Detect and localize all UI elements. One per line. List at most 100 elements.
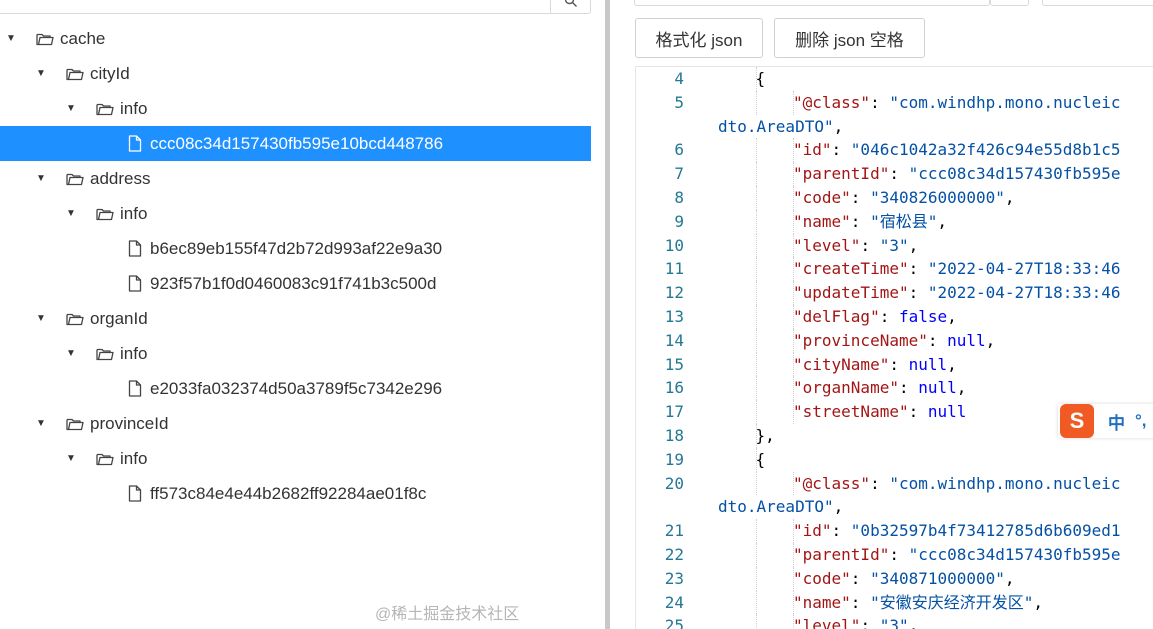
cache-tree: ▼ cache ▼ cityId ▼ info ccc08c34d157430fb595e1…	[0, 21, 591, 511]
json-string: "340871000000"	[870, 568, 1005, 588]
folder-open-icon	[35, 31, 55, 47]
tree-folder-node[interactable]: ▼ info	[0, 441, 591, 476]
json-punctuation: :	[860, 235, 880, 255]
search-button[interactable]	[550, 0, 590, 14]
line-number: 8	[674, 187, 684, 207]
line-number: 12	[664, 283, 684, 303]
json-key: "cityName"	[793, 354, 890, 374]
json-punctuation: :	[889, 544, 909, 564]
expand-caret-icon[interactable]: ▼	[5, 33, 17, 44]
json-string: "0b32597b4f73412785d6b609ed1	[850, 521, 1121, 541]
file-icon	[125, 380, 145, 397]
ttl-input[interactable]	[1042, 0, 1153, 6]
tree-node-label: info	[120, 343, 148, 363]
tree-folder-node[interactable]: ▼ organId	[0, 301, 591, 336]
json-key: "@class"	[793, 92, 871, 112]
json-key: "@class"	[793, 473, 871, 493]
folder-open-icon	[95, 206, 115, 222]
ime-toolbar[interactable]: S 中 °,	[1058, 404, 1153, 438]
code-line: 7 "parentId": "ccc08c34d157430fb595e	[636, 162, 1153, 186]
expand-caret-icon[interactable]: ▼	[35, 173, 47, 184]
line-number: 9	[674, 211, 684, 231]
code-text: },	[756, 424, 775, 448]
strip-json-spaces-button[interactable]: 删除 json 空格	[774, 18, 925, 58]
tree-folder-node[interactable]: ▼ cityId	[0, 56, 591, 91]
expand-caret-icon[interactable]: ▼	[35, 68, 47, 79]
expand-caret-icon[interactable]: ▼	[65, 208, 77, 219]
json-punctuation: ,	[985, 330, 996, 350]
json-editor[interactable]: 4{5 "@class": "com.windhp.mono.nucleic dto…	[635, 66, 1153, 629]
tree-key-node[interactable]: b6ec89eb155f47d2b72d993af22e9a30	[0, 231, 591, 266]
expand-caret-icon[interactable]: ▼	[35, 418, 47, 429]
json-string: "2022-04-27T18:33:46	[927, 259, 1121, 279]
code-text: "level": "3",	[793, 614, 918, 629]
tree-folder-node[interactable]: ▼ info	[0, 91, 591, 126]
code-line: 24 "name": "安徽安庆经济开发区",	[636, 590, 1153, 615]
line-number: 20	[664, 473, 684, 493]
tree-key-node[interactable]: e2033fa032374d50a3789f5c7342e296	[0, 371, 591, 406]
key-input[interactable]	[634, 0, 990, 6]
code-line: 5 "@class": "com.windhp.mono.nucleic	[636, 90, 1153, 115]
line-number: 23	[664, 568, 684, 588]
tree-folder-node[interactable]: ▼ address	[0, 161, 591, 196]
json-key: "name"	[793, 592, 851, 612]
line-number: 25	[664, 616, 684, 629]
code-line: 4{	[636, 67, 1153, 91]
indent-guide	[755, 138, 757, 163]
indent-guide	[755, 281, 757, 305]
tree-key-node[interactable]: 923f57b1f0d0460083c91f741b3c500d	[0, 266, 591, 301]
code-line: 25 "level": "3",	[636, 614, 1153, 629]
json-literal: null	[908, 354, 948, 374]
code-text: "parentId": "ccc08c34d157430fb595e	[793, 162, 1121, 186]
ime-mode-indicator[interactable]: 中	[1108, 409, 1125, 434]
code-line: 6 "id": "046c1042a32f426c94e55d8b1c5	[636, 138, 1153, 163]
json-punctuation: :	[850, 568, 871, 588]
code-text: "name": "安徽安庆经济开发区",	[793, 591, 1043, 615]
folder-open-icon	[65, 311, 85, 327]
ime-punctuation-indicator[interactable]: °,	[1135, 411, 1147, 431]
expand-caret-icon[interactable]: ▼	[65, 103, 77, 114]
json-string: "3"	[879, 235, 909, 255]
json-punctuation: :	[927, 330, 948, 350]
tree-key-node[interactable]: ccc08c34d157430fb595e10bcd448786	[0, 126, 591, 161]
json-punctuation: :	[889, 354, 909, 374]
tree-key-node[interactable]: ff573c84e4e44b2682ff92284ae01f8c	[0, 476, 591, 511]
expand-caret-icon[interactable]: ▼	[65, 453, 77, 464]
tree-folder-node[interactable]: ▼ provinceId	[0, 406, 591, 441]
json-string: "com.windhp.mono.nucleic	[889, 92, 1121, 112]
indent-guide	[755, 400, 757, 424]
tree-node-label: provinceId	[90, 413, 169, 433]
tree-search-input[interactable]	[0, 0, 591, 14]
json-code: 4{5 "@class": "com.windhp.mono.nucleic dto…	[636, 67, 1153, 629]
json-string: "com.windhp.mono.nucleic	[889, 473, 1121, 493]
tree-folder-node[interactable]: ▼ cache	[0, 21, 591, 56]
tree-folder-node[interactable]: ▼ info	[0, 336, 591, 371]
expand-caret-icon[interactable]: ▼	[35, 313, 47, 324]
json-punctuation: ,	[833, 497, 844, 517]
key-action-button[interactable]	[990, 0, 1029, 6]
line-number: 4	[674, 69, 684, 88]
json-punctuation: ,	[947, 354, 957, 374]
json-punctuation: :	[850, 211, 871, 231]
tree-node-label: address	[90, 168, 151, 188]
json-key: "level"	[793, 235, 861, 255]
format-json-button[interactable]: 格式化 json	[635, 18, 763, 58]
json-literal: null	[927, 402, 967, 422]
json-punctuation: :	[879, 306, 899, 326]
tree-node-label: info	[120, 203, 148, 223]
expand-caret-icon[interactable]: ▼	[65, 348, 77, 359]
line-number: 22	[664, 544, 684, 564]
indent-guide	[755, 471, 757, 496]
code-line: 8 "code": "340826000000",	[636, 185, 1153, 210]
indent-guide	[755, 566, 757, 591]
json-key: "code"	[793, 187, 851, 207]
json-punctuation: :	[850, 187, 871, 207]
code-line: 12 "updateTime": "2022-04-27T18:33:46	[636, 281, 1153, 305]
sogou-ime-icon[interactable]: S	[1060, 404, 1094, 438]
json-key: "id"	[793, 521, 832, 541]
code-line: 13 "delFlag": false,	[636, 304, 1153, 329]
code-text: "level": "3",	[793, 234, 918, 258]
tree-folder-node[interactable]: ▼ info	[0, 196, 591, 231]
indent-guide	[755, 519, 757, 543]
json-key: "streetName"	[793, 402, 909, 422]
